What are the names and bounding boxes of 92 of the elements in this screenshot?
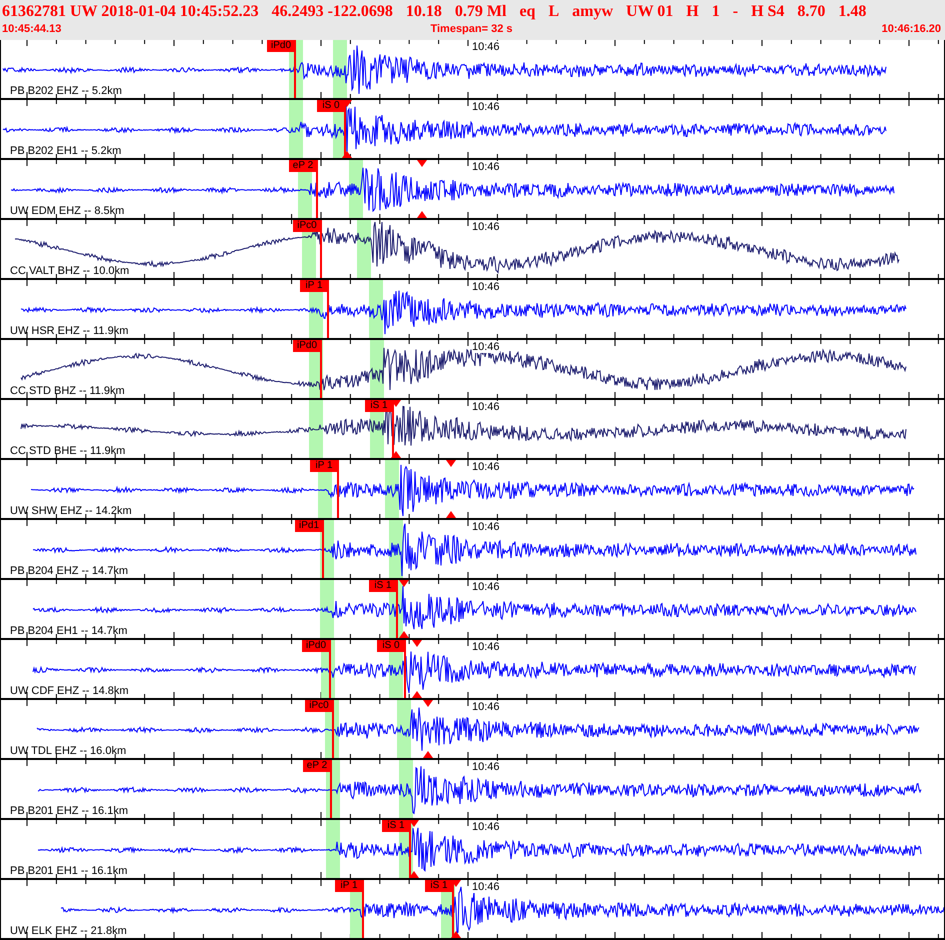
pick-label[interactable]: iP 1 <box>335 880 363 892</box>
phase-window <box>399 760 413 818</box>
pick-label[interactable]: iPd1 <box>295 520 323 532</box>
phase-window <box>385 460 399 518</box>
pick-line <box>330 760 332 818</box>
station-label: PB B202 EH1 -- 5.2km <box>10 145 122 158</box>
phase-window <box>357 220 371 278</box>
time-label: 10:46 <box>472 461 500 473</box>
event-field: H <box>686 2 699 22</box>
pick-label[interactable]: eP 2 <box>303 760 331 772</box>
amplitude-marker-icon <box>451 931 461 938</box>
end-time: 10:46:16.20 <box>882 22 941 36</box>
event-field: UW 01 <box>626 2 674 22</box>
time-label: 10:46 <box>472 581 500 593</box>
pick-label[interactable]: eP 2 <box>289 160 317 172</box>
time-label: 10:46 <box>472 401 500 413</box>
time-label: 10:46 <box>472 521 500 533</box>
time-label: 10:46 <box>472 41 500 53</box>
pick-line <box>294 40 296 98</box>
event-field: 8.70 <box>797 2 826 22</box>
event-field: 10.18 <box>406 2 442 22</box>
time-label: 10:46 <box>472 701 500 713</box>
pick-line <box>329 640 331 698</box>
event-field: 0.79 Ml <box>454 2 506 22</box>
pick-line <box>396 580 398 638</box>
time-label: 10:46 <box>472 101 500 113</box>
pick-line <box>322 520 324 578</box>
amplitude-marker-icon <box>412 691 422 698</box>
amplitude-marker-icon <box>446 511 456 518</box>
station-label: UW ELK EHZ -- 21.8km <box>10 925 127 938</box>
time-label: 10:46 <box>472 761 500 773</box>
station-label: UW SHW EHZ -- 14.2km <box>10 505 132 518</box>
pick-label[interactable]: iP 1 <box>300 280 328 292</box>
phase-window <box>333 40 347 98</box>
event-field: 61362781 UW 2018-01-04 10:45:52.23 <box>2 2 259 22</box>
time-label: 10:46 <box>472 881 500 893</box>
phase-window <box>289 100 303 158</box>
pick-label[interactable]: iS 1 <box>369 580 397 592</box>
station-label: CC STD BHZ -- 11.9km <box>10 385 125 398</box>
pick-line <box>320 220 322 278</box>
station-label: PB B201 EHZ -- 16.1km <box>10 805 128 818</box>
time-label: 10:46 <box>472 341 500 353</box>
amplitude-marker-icon <box>342 151 352 158</box>
time-label: 10:46 <box>472 221 500 233</box>
pick-line <box>332 700 334 758</box>
pick-label[interactable]: iPd0 <box>293 340 321 352</box>
amplitude-marker-icon <box>417 211 427 218</box>
event-field: H S4 <box>751 2 784 22</box>
pick-label[interactable]: iPc0 <box>305 700 333 712</box>
timespan-text: Timespan= 32 s <box>430 22 513 36</box>
pick-label[interactable]: iPc0 <box>293 220 321 232</box>
station-label: UW CDF EHZ -- 14.8km <box>10 685 129 698</box>
pick-line <box>404 640 406 698</box>
station-label: PB B204 EHZ -- 14.7km <box>10 565 128 578</box>
event-field: - <box>732 2 738 22</box>
amplitude-marker-icon <box>409 871 419 878</box>
pick-label[interactable]: iP 1 <box>310 460 338 472</box>
station-label: PB B202 EHZ -- 5.2km <box>10 85 122 98</box>
station-label: UW HSR EHZ -- 11.9km <box>10 325 128 338</box>
pick-line <box>320 340 322 398</box>
time-label: 10:46 <box>472 281 500 293</box>
phase-window <box>320 580 334 638</box>
pick-label[interactable]: iPd0 <box>267 40 295 52</box>
station-label: PB B204 EH1 -- 14.7km <box>10 625 128 638</box>
time-label: 10:46 <box>472 641 500 653</box>
start-time: 10:45:44.13 <box>2 22 62 36</box>
pick-line <box>327 280 329 338</box>
pick-label[interactable]: iPd0 <box>302 640 330 652</box>
amplitude-marker-icon <box>399 631 409 638</box>
pick-line <box>316 160 318 218</box>
time-label: 10:46 <box>472 821 500 833</box>
event-field: 46.2493 -122.0698 <box>272 2 393 22</box>
event-field: eq <box>519 2 536 22</box>
amplitude-marker-icon <box>391 451 401 458</box>
phase-window <box>309 400 323 458</box>
phase-window <box>369 280 383 338</box>
phase-window <box>397 700 411 758</box>
station-label: CC STD BHE -- 11.9km <box>10 445 126 458</box>
station-label: UW TDL EHZ -- 16.0km <box>10 745 126 758</box>
phase-window <box>326 820 340 878</box>
pick-label[interactable]: iS 0 <box>377 640 405 652</box>
event-field: 1 <box>712 2 720 22</box>
event-field: L <box>548 2 560 22</box>
amplitude-marker-icon <box>423 751 433 758</box>
event-field: amyw <box>572 2 614 22</box>
pick-line <box>362 880 364 938</box>
station-label: PB B201 EH1 -- 16.1km <box>10 865 128 878</box>
event-field: 1.48 <box>838 2 866 22</box>
station-label: UW EDM EHZ -- 8.5km <box>10 205 124 218</box>
time-label: 10:46 <box>472 161 500 173</box>
station-label: CC VALT BHZ -- 10.0km <box>10 265 130 278</box>
pick-line <box>337 460 339 518</box>
